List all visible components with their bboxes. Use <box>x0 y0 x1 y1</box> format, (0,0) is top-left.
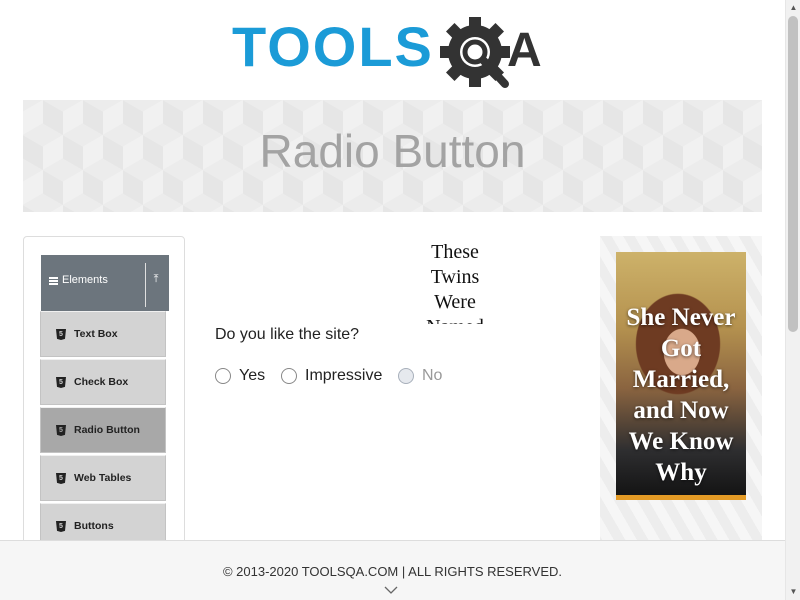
vertical-scrollbar[interactable]: ▲ ▼ <box>785 0 800 600</box>
page-banner: Radio Button <box>23 100 762 212</box>
footer: © 2013-2020 TOOLSQA.COM | ALL RIGHTS RES… <box>0 540 785 600</box>
logo-a-letter: A <box>507 24 542 77</box>
ad-card[interactable]: She Never Got Married, and Now We Know W… <box>616 252 746 500</box>
logo-tools-text: TOOLS <box>232 15 434 78</box>
sidebar-item-label: Buttons <box>74 520 114 532</box>
page-title: Radio Button <box>259 125 526 177</box>
radio-question: Do you like the site? <box>215 326 360 343</box>
ad-accent-bar <box>616 495 746 500</box>
html5-icon: 5 <box>56 425 66 436</box>
chevron-down-icon[interactable] <box>384 585 398 595</box>
right-ad-panel: She Never Got Married, and Now We Know W… <box>600 236 762 556</box>
sidebar-group-label: Elements <box>62 274 108 286</box>
radio-impressive[interactable] <box>281 368 297 384</box>
radio-option-impressive[interactable]: Impressive <box>281 365 382 387</box>
header-divider <box>145 263 146 307</box>
ad-headline[interactable]: She Never Got Married, and Now We Know W… <box>620 302 742 488</box>
sidebar-item-text-box[interactable]: 5 Text Box <box>40 311 166 357</box>
radio-yes[interactable] <box>215 368 231 384</box>
html5-icon: 5 <box>56 329 66 340</box>
sidebar-item-label: Web Tables <box>74 472 132 484</box>
sidebar-group-elements[interactable]: Elements ⤒ <box>41 255 169 311</box>
scroll-thumb[interactable] <box>788 16 798 332</box>
hamburger-icon <box>49 277 58 285</box>
radio-option-no: No <box>398 365 442 387</box>
gear-magnifier-icon <box>440 17 510 88</box>
sidebar-item-label: Text Box <box>74 328 118 340</box>
sidebar: Elements ⤒ 5 Text Box 5 Check Box 5 Radi… <box>23 236 185 556</box>
footer-copyright: © 2013-2020 TOOLSQA.COM | ALL RIGHTS RES… <box>222 564 563 579</box>
html5-icon: 5 <box>56 377 66 388</box>
sidebar-item-radio-button[interactable]: 5 Radio Button <box>40 407 166 453</box>
radio-yes-label[interactable]: Yes <box>239 367 265 385</box>
toolsqa-logo[interactable]: TOOLS A <box>232 14 557 92</box>
scroll-down-arrow-icon[interactable]: ▼ <box>789 587 798 596</box>
sidebar-item-label: Check Box <box>74 376 129 388</box>
sidebar-item-label: Radio Button <box>74 424 140 436</box>
collapse-arrow-icon[interactable]: ⤒ <box>149 273 163 289</box>
sidebar-menu: 5 Text Box 5 Check Box 5 Radio Button 5 … <box>40 311 166 551</box>
radio-no-label: No <box>422 367 443 384</box>
page: TOOLS A Radio Button Elements ⤒ 5 Text B… <box>0 0 800 600</box>
inline-ad-text[interactable]: These Twins Were Named <box>410 240 500 324</box>
html5-icon: 5 <box>56 473 66 484</box>
sidebar-item-web-tables[interactable]: 5 Web Tables <box>40 455 166 501</box>
html5-icon: 5 <box>56 521 66 532</box>
radio-impressive-label[interactable]: Impressive <box>305 367 382 385</box>
scroll-up-arrow-icon[interactable]: ▲ <box>789 3 798 12</box>
radio-option-yes[interactable]: Yes <box>215 365 265 387</box>
sidebar-item-check-box[interactable]: 5 Check Box <box>40 359 166 405</box>
radio-no <box>398 368 414 384</box>
